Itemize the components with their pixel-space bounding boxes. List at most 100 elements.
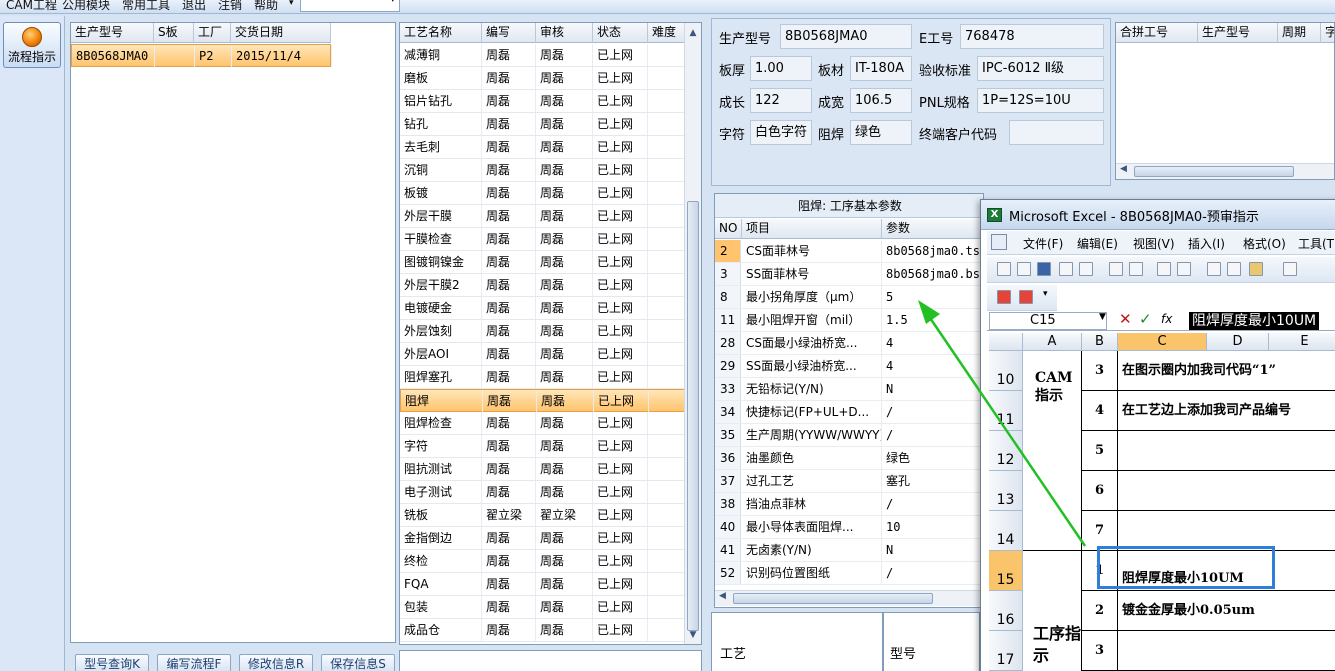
col-header-c[interactable]: C xyxy=(1118,333,1207,351)
col-header-b[interactable]: B xyxy=(1082,333,1118,351)
param-row[interactable]: 38 挡油点菲林 / xyxy=(715,493,983,516)
menu-logout[interactable]: 注销 xyxy=(218,0,242,13)
cell-c[interactable] xyxy=(1118,431,1335,471)
col-combine-period[interactable]: 周期 xyxy=(1278,23,1321,43)
process-row[interactable]: 减薄铜 周磊 周磊 已上网 xyxy=(400,44,686,67)
print-preview-icon[interactable] xyxy=(1129,262,1143,276)
save-info-button[interactable]: 保存信息S xyxy=(321,654,395,671)
menu-help[interactable]: 帮助 xyxy=(254,0,278,13)
row-header[interactable]: 16 xyxy=(989,591,1023,631)
cut-icon[interactable] xyxy=(1207,262,1221,276)
formula-input[interactable]: 阻焊厚度最小10UM xyxy=(1189,312,1320,330)
process-row[interactable]: 阻焊 周磊 周磊 已上网 xyxy=(400,389,687,412)
excel-menu-tools[interactable]: 工具(T xyxy=(1298,235,1334,252)
param-row[interactable]: 28 CS面最小绿油桥宽... 4 xyxy=(715,332,983,355)
pdf-mail-icon[interactable] xyxy=(1019,290,1033,304)
group-process-instruction[interactable]: 工序指示 xyxy=(1023,551,1082,671)
cell-b[interactable]: 7 xyxy=(1082,511,1118,551)
scroll-up-icon[interactable]: ▲ xyxy=(685,25,701,41)
col-process-name[interactable]: 工艺名称 xyxy=(400,23,482,43)
eno-field[interactable]: 768478 xyxy=(960,24,1104,49)
process-row[interactable]: 板镀 周磊 周磊 已上网 xyxy=(400,182,686,205)
cell-b[interactable]: 3 xyxy=(1082,631,1118,671)
process-scrollbar[interactable]: ▲ ▼ xyxy=(684,23,701,644)
cell-c[interactable] xyxy=(1118,511,1335,551)
cell-b[interactable]: 4 xyxy=(1082,391,1118,431)
name-box[interactable]: C15 xyxy=(989,312,1107,330)
message-field[interactable] xyxy=(399,650,702,671)
excel-menu-insert[interactable]: 插入(I) xyxy=(1188,235,1225,252)
char-field[interactable]: 白色字符 xyxy=(750,120,812,145)
enter-icon[interactable]: ✓ xyxy=(1139,310,1152,328)
process-row[interactable]: FQA 周磊 周磊 已上网 xyxy=(400,573,686,596)
process-row[interactable]: 沉铜 周磊 周磊 已上网 xyxy=(400,159,686,182)
scroll-down-icon[interactable]: ▼ xyxy=(685,627,701,643)
copy-icon[interactable] xyxy=(1227,262,1241,276)
col-status[interactable]: 状态 xyxy=(593,23,648,43)
customer-code-field[interactable] xyxy=(1009,120,1104,145)
menu-cam[interactable]: CAM工程 xyxy=(6,0,57,13)
col-combine-model[interactable]: 生产型号 xyxy=(1198,23,1278,43)
row-header[interactable]: 14 xyxy=(989,511,1023,551)
cell-c[interactable]: 镀金金厚最小0.05um xyxy=(1118,591,1335,631)
print-icon[interactable] xyxy=(1109,262,1123,276)
cell-b[interactable]: 2 xyxy=(1082,591,1118,631)
col-item[interactable]: 项目 xyxy=(742,219,882,239)
process-row[interactable]: 阻抗测试 周磊 周磊 已上网 xyxy=(400,458,686,481)
col-no[interactable]: NO xyxy=(715,219,742,239)
menu-exit[interactable]: 退出 xyxy=(182,0,206,13)
col-header-e[interactable]: E xyxy=(1269,333,1335,351)
open-icon[interactable] xyxy=(1017,262,1031,276)
param-row[interactable]: 11 最小阻焊开窗（mil） 1.5 xyxy=(715,309,983,332)
param-row[interactable]: 41 无卤素(Y/N) N xyxy=(715,539,983,562)
param-row[interactable]: 8 最小拐角厚度（μm） 5 xyxy=(715,286,983,309)
excel-menu-edit[interactable]: 编辑(E) xyxy=(1077,235,1118,252)
model-field[interactable]: 8B0568JMA0 xyxy=(780,24,912,49)
col-difficulty[interactable]: 难度 xyxy=(648,23,686,43)
paste-icon[interactable] xyxy=(1249,262,1263,276)
menu-common-tools[interactable]: 常用工具 xyxy=(122,0,170,13)
email-icon[interactable] xyxy=(1079,262,1093,276)
thickness-field[interactable]: 1.00 xyxy=(750,56,812,81)
scroll-left-icon[interactable]: ◀ xyxy=(1120,164,1127,174)
cancel-icon[interactable]: ✕ xyxy=(1119,310,1132,328)
excel-menu-file[interactable]: 文件(F) xyxy=(1023,235,1063,252)
col-delivery-date[interactable]: 交货日期 xyxy=(231,23,331,43)
col-combine-no[interactable]: 合拼工号 xyxy=(1116,23,1198,43)
permission-icon[interactable] xyxy=(1059,262,1073,276)
pdf-icon[interactable] xyxy=(997,290,1011,304)
process-row[interactable]: 干膜检查 周磊 周磊 已上网 xyxy=(400,228,686,251)
process-row[interactable]: 电镀硬金 周磊 周磊 已上网 xyxy=(400,297,686,320)
scroll-left-icon[interactable]: ◀ xyxy=(719,591,726,601)
row-header[interactable]: 12 xyxy=(989,431,1023,471)
param-row[interactable]: 40 最小导体表面阻焊... 10 xyxy=(715,516,983,539)
process-row[interactable]: 图镀铜镍金 周磊 周磊 已上网 xyxy=(400,251,686,274)
row-header[interactable]: 11 xyxy=(989,391,1023,431)
param-row[interactable]: 36 油墨颜色 绿色 xyxy=(715,447,983,470)
soldermask-field[interactable]: 绿色 xyxy=(850,120,912,145)
row-header[interactable]: 10 xyxy=(989,351,1023,391)
col-factory[interactable]: 工厂 xyxy=(194,23,231,43)
col-model[interactable]: 生产型号 xyxy=(71,23,154,43)
table-row[interactable]: 8B0568JMA0 P2 2015/11/4 xyxy=(71,44,332,67)
process-row[interactable]: 电子测试 周磊 周磊 已上网 xyxy=(400,481,686,504)
process-row[interactable]: 金指倒边 周磊 周磊 已上网 xyxy=(400,527,686,550)
process-row[interactable]: 外层蚀刻 周磊 周磊 已上网 xyxy=(400,320,686,343)
pnl-field[interactable]: 1P=12S=10U xyxy=(977,88,1104,113)
col-header-d[interactable]: D xyxy=(1207,333,1269,351)
process-row[interactable]: 外层干膜 周磊 周磊 已上网 xyxy=(400,205,686,228)
model-query-button[interactable]: 型号查询K xyxy=(75,654,149,671)
fx-icon[interactable]: fx xyxy=(1161,312,1172,326)
param-row[interactable]: 3 SS面菲林号 8b0568jma0.bs xyxy=(715,263,983,286)
col-author[interactable]: 编写 xyxy=(482,23,536,43)
process-row[interactable]: 包装 周磊 周磊 已上网 xyxy=(400,596,686,619)
process-row[interactable]: 钻孔 周磊 周磊 已上网 xyxy=(400,113,686,136)
col-combine-char[interactable]: 字 xyxy=(1321,23,1334,43)
modify-info-button[interactable]: 修改信息R xyxy=(239,654,313,671)
spelling-icon[interactable] xyxy=(1157,262,1171,276)
length-field[interactable]: 122 xyxy=(750,88,812,113)
scroll-thumb[interactable] xyxy=(687,201,699,631)
select-all-corner[interactable] xyxy=(989,333,1023,351)
process-row[interactable]: 终检 周磊 周磊 已上网 xyxy=(400,550,686,573)
flow-guide-button[interactable]: 流程指示 xyxy=(3,22,61,68)
